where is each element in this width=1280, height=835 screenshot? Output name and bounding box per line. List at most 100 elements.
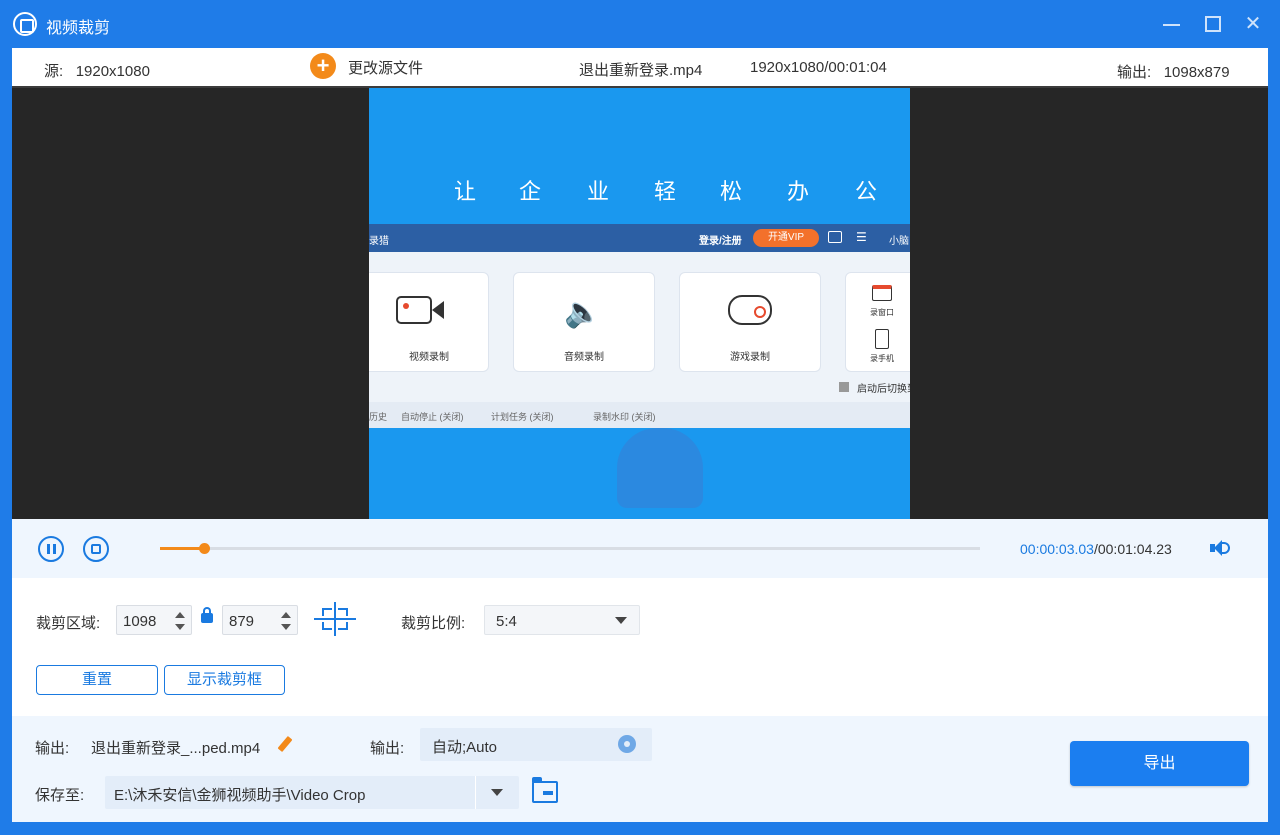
gamepad-icon [728,295,772,325]
status-item: 自动停止 (关闭) [401,412,464,422]
headline-char: 松 [720,179,743,204]
save-path-value: E:\沐禾安信\金狮视频助手\Video Crop [114,787,366,804]
file-meta: 1920x1080/00:01:04 [750,59,887,76]
output-format-value: 自动;Auto [432,739,498,756]
maximize-icon [1205,16,1221,32]
output-size-info: 输出: 1098x879 [1117,61,1230,82]
volume-icon [1222,542,1230,554]
source-info-bar: 源: 1920x1080 + 更改源文件 退出重新登录.mp4 1920x108… [12,48,1268,86]
maximize-button[interactable] [1200,11,1226,37]
divider [475,776,476,809]
crop-width-value[interactable]: 1098 [123,613,156,630]
center-crop-icon[interactable] [314,602,356,636]
card-label: 视频录制 [409,352,449,363]
file-name: 退出重新登录.mp4 [579,62,703,79]
side-item-label: 录手机 [870,354,894,363]
headline-char: 业 [587,179,610,204]
export-button[interactable]: 导出 [1070,741,1249,786]
recorder-card-audio: 🔈 音频录制 [513,272,655,372]
recorder-checkbox [839,382,849,392]
window-title: 视频裁剪 [46,20,111,37]
time-display: 00:00:03.03/00:01:04.23 [1020,541,1172,557]
folder-icon[interactable] [532,777,558,803]
volume-icon [1214,540,1222,556]
title-bar: 视频裁剪 ✕ [0,0,1280,48]
recorder-side-card: 录窗口 录手机 [845,272,910,372]
crop-area-label: 裁剪区域: [36,615,101,632]
mascot-figure [617,428,703,508]
pause-button[interactable] [38,536,64,562]
close-button[interactable]: ✕ [1240,11,1266,37]
minimize-icon [1163,24,1180,26]
source-info: 源: 1920x1080 [44,60,150,81]
show-crop-frame-button[interactable]: 显示裁剪框 [164,665,285,695]
video-frame[interactable]: 让 企 业 轻 松 办 公 录猎 登录/注册 开通VIP ☰ 小脑 视频录制 🔈… [369,88,910,519]
output-name-label: 输出: [35,740,70,757]
reset-button[interactable]: 重置 [36,665,158,695]
recorder-status-row: 历史 自动停止 (关闭) 计划任务 (关闭) 录制水印 (关闭) [369,402,910,428]
chevron-down-icon [615,617,627,624]
speaker-icon: 🔈 [564,296,602,329]
source-size: 1920x1080 [75,63,150,80]
stop-button[interactable] [83,536,109,562]
card-label: 游戏录制 [730,352,770,363]
source-label: 源: [44,63,64,80]
recorder-checkbox-label: 启动后切换到 [857,384,910,395]
camera-lens-icon [432,301,444,319]
crop-ratio-value: 5:4 [496,613,517,630]
playback-bar: 00:00:03.03/00:01:04.23 [12,519,1268,578]
save-to-label: 保存至: [35,787,85,804]
minimize-button[interactable] [1158,11,1184,37]
progress-handle[interactable] [199,543,211,554]
output-format-label: 输出: [370,740,405,757]
stop-icon [91,544,101,554]
output-format-field[interactable]: 自动;Auto [420,728,652,761]
output-file-name: 退出重新登录_...ped.mp4 [91,740,261,757]
card-label: 音频录制 [564,352,604,363]
increment-icon[interactable] [281,612,291,618]
output-size-label: 输出: [1117,64,1152,81]
window-record-icon [872,285,892,301]
crop-height-value[interactable]: 879 [229,613,254,630]
decrement-icon[interactable] [175,624,185,630]
headline-char: 让 [454,179,477,204]
output-size-value: 1098x879 [1163,64,1230,81]
headline-char: 轻 [654,179,677,204]
recorder-app-screenshot: 录猎 登录/注册 开通VIP ☰ 小脑 视频录制 🔈 音频录制 游戏录制 录窗口… [369,224,910,428]
pause-icon [53,544,56,554]
crop-settings: 裁剪区域: 1098 879 裁剪比例: 5:4 重置 显示裁剪框 [12,578,1268,716]
decrement-icon[interactable] [281,624,291,630]
total-time: /00:01:04.23 [1093,541,1172,557]
edit-icon[interactable] [277,735,293,753]
change-source-button[interactable]: 更改源文件 [348,57,423,78]
status-item: 录制水印 (关闭) [593,412,656,422]
chevron-down-icon[interactable] [491,789,503,796]
progress-slider[interactable] [160,543,980,554]
output-footer: 输出: 退出重新登录_...ped.mp4 输出: 自动;Auto 保存至: E… [12,716,1268,822]
gear-icon[interactable] [618,735,636,753]
headline-char: 企 [519,179,542,204]
add-source-icon[interactable]: + [310,53,336,79]
crop-width-stepper[interactable]: 1098 [116,605,192,635]
app-window: 视频裁剪 ✕ 源: 1920x1080 + 更改源文件 退出重新登录.mp4 1… [0,0,1280,835]
video-headline: 让 企 业 轻 松 办 公 [369,174,910,204]
current-time: 00:00:03.03 [1020,541,1094,557]
main-content: 源: 1920x1080 + 更改源文件 退出重新登录.mp4 1920x108… [12,48,1268,822]
crop-ratio-select[interactable]: 5:4 [484,605,640,635]
save-path-select[interactable]: E:\沐禾安信\金狮视频助手\Video Crop [105,776,519,809]
recorder-card-game: 游戏录制 [679,272,821,372]
pause-icon [47,544,50,554]
recorder-top-bar: 录猎 登录/注册 开通VIP ☰ 小脑 [369,224,910,252]
phone-record-icon [875,329,889,349]
close-icon: ✕ [1244,13,1262,35]
recorder-card-video: 视频录制 [369,272,489,372]
status-item: 计划任务 (关闭) [491,412,554,422]
video-preview[interactable]: 让 企 业 轻 松 办 公 录猎 登录/注册 开通VIP ☰ 小脑 视频录制 🔈… [12,86,1268,519]
increment-icon[interactable] [175,612,185,618]
camera-icon [396,296,432,324]
volume-button[interactable] [1210,540,1232,556]
crop-height-stepper[interactable]: 879 [222,605,298,635]
menu-icon: ☰ [856,230,867,244]
recorder-vip-badge: 开通VIP [753,229,819,247]
lock-icon[interactable] [201,607,213,623]
